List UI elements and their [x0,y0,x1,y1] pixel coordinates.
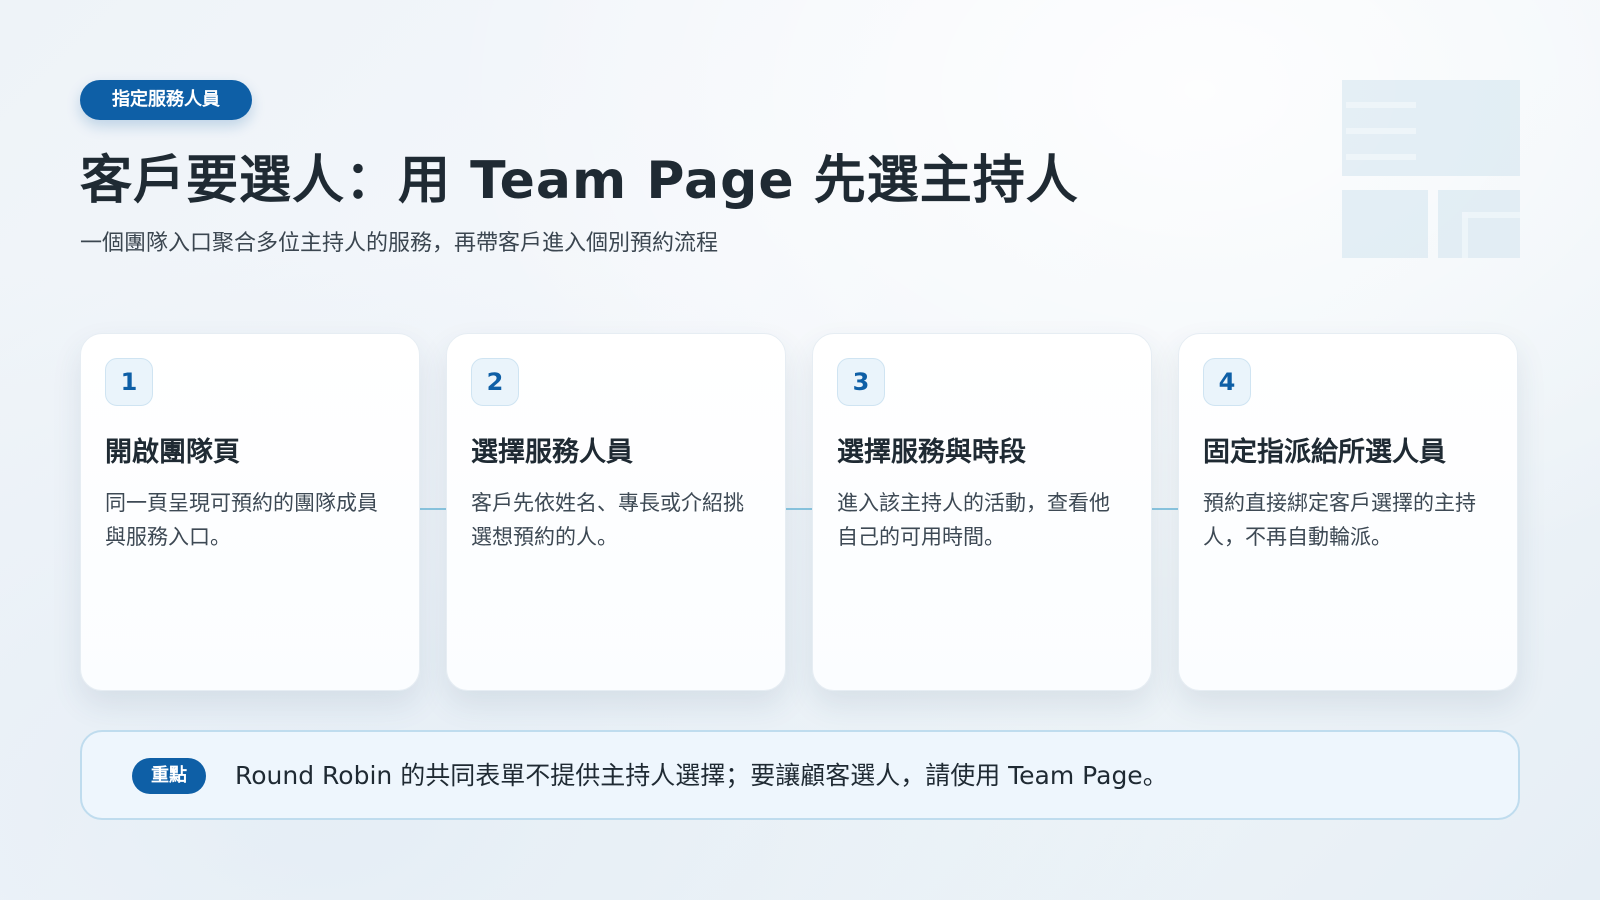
step-number: 4 [1203,358,1251,406]
step-number: 3 [837,358,885,406]
page-title: 客戶要選人：用 Team Page 先選主持人 [80,151,1079,211]
page-subtitle: 一個團隊入口聚合多位主持人的服務，再帶客戶進入個別預約流程 [80,231,719,256]
layout-grid-icon [1342,80,1520,258]
step-number: 1 [105,358,153,406]
step-card-1: 1 開啟團隊頁 同一頁呈現可預約的團隊成員與服務入口。 [80,333,420,691]
step-connector [1152,508,1178,510]
key-point-callout: 重點 Round Robin 的共同表單不提供主持人選擇；要讓顧客選人，請使用 … [80,730,1520,820]
step-connector [786,508,812,510]
section-tag: 指定服務人員 [80,80,252,120]
step-description: 客戶先依姓名、專長或介紹挑選想預約的人。 [471,491,744,549]
step-title: 固定指派給所選人員 [1203,437,1446,468]
step-connector [420,508,446,510]
step-description: 同一頁呈現可預約的團隊成員與服務入口。 [105,491,378,549]
step-card-2: 2 選擇服務人員 客戶先依姓名、專長或介紹挑選想預約的人。 [446,333,786,691]
step-number: 2 [471,358,519,406]
step-title: 選擇服務人員 [471,437,633,468]
step-title: 選擇服務與時段 [837,437,1026,468]
step-description: 預約直接綁定客戶選擇的主持人，不再自動輪派。 [1203,491,1476,549]
key-point-text: Round Robin 的共同表單不提供主持人選擇；要讓顧客選人，請使用 Tea… [235,761,1168,790]
step-card-3: 3 選擇服務與時段 進入該主持人的活動，查看他自己的可用時間。 [812,333,1152,691]
step-title: 開啟團隊頁 [105,437,240,468]
key-point-badge: 重點 [132,758,206,794]
step-description: 進入該主持人的活動，查看他自己的可用時間。 [837,491,1110,549]
step-card-4: 4 固定指派給所選人員 預約直接綁定客戶選擇的主持人，不再自動輪派。 [1178,333,1518,691]
